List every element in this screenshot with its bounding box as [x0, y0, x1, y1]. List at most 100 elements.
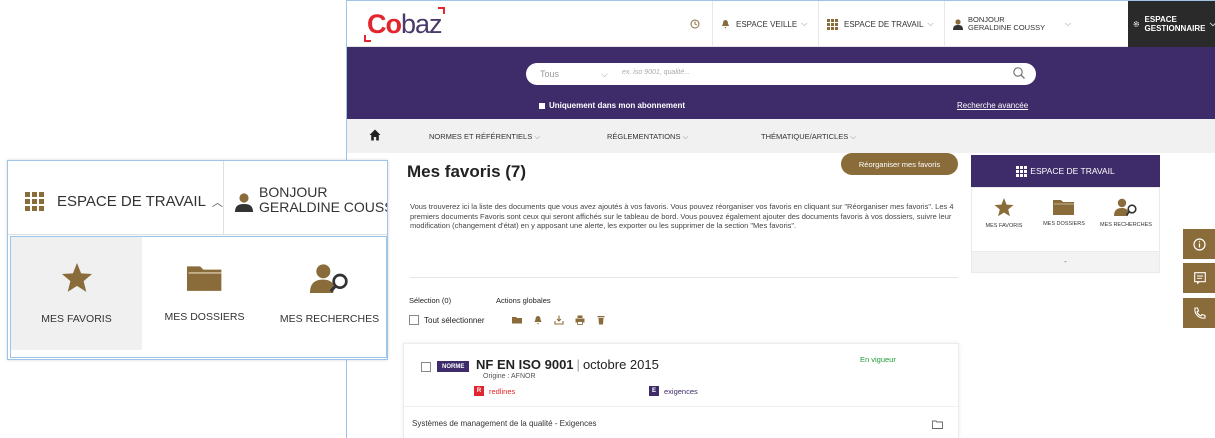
grid-icon: [25, 192, 44, 211]
sidebar-item-dossiers[interactable]: MES DOSSIERS: [1034, 198, 1094, 227]
advanced-search-link[interactable]: Recherche avancée: [957, 101, 1028, 110]
document-origin: Origine : AFNOR: [483, 373, 536, 380]
home-icon[interactable]: [369, 129, 381, 141]
zoomed-user-greeting: BONJOUR: [259, 184, 328, 200]
redlines-link[interactable]: Rredlines: [474, 386, 515, 396]
chevron-down-icon: ⌵: [801, 19, 808, 28]
zoomed-item-label: MES FAVORIS: [41, 313, 112, 325]
search-band: Tous ⌵ ex. iso 9001, qualité... Uniqueme…: [347, 47, 1215, 119]
select-all-label: Tout sélectionner: [424, 315, 485, 325]
history-icon[interactable]: [682, 1, 712, 47]
menu-reglementations[interactable]: RÉGLEMENTATIONS ⌵: [607, 132, 688, 142]
sidebar-item-recherches[interactable]: MES RECHERCHES: [1096, 198, 1156, 228]
espace-gestionnaire-menu[interactable]: ESPACE GESTIONNAIRE⌵: [1128, 1, 1215, 47]
folder-icon[interactable]: [512, 315, 522, 325]
intro-text: Vous trouverez ici la liste des document…: [410, 202, 954, 231]
main-menu: NORMES ET RÉFÉRENTIELS ⌵ RÉGLEMENTATIONS…: [347, 119, 1215, 153]
divider: [223, 161, 224, 235]
zoomed-item-label: MES RECHERCHES: [279, 313, 380, 325]
chevron-up-icon: ︿: [211, 196, 223, 209]
selection-count: Sélection (0): [409, 296, 452, 305]
star-icon: [61, 263, 92, 292]
workspace-panel-header: ESPACE DE TRAVAIL: [971, 155, 1160, 187]
user-icon: [953, 18, 963, 30]
subscription-only-label: Uniquement dans mon abonnement: [549, 101, 686, 110]
menu-normes[interactable]: NORMES ET RÉFÉRENTIELS ⌵: [429, 132, 540, 142]
favorite-document-card: NORME NF EN ISO 9001 | octobre 2015 Origin…: [403, 343, 960, 438]
divider: [404, 406, 960, 407]
bell-icon[interactable]: [533, 315, 543, 325]
espace-gestionnaire-label: ESPACE GESTIONNAIRE: [1144, 15, 1206, 33]
grid-icon: [1016, 165, 1028, 177]
workspace-panel-footer: -: [971, 251, 1160, 273]
espace-travail-menu[interactable]: ESPACE DE TRAVAIL ⌵: [818, 1, 944, 47]
zoomed-user-name: GERALDINE COUSSY: [259, 199, 387, 215]
exigences-badge: E: [649, 386, 659, 396]
sidebar-item-favoris[interactable]: MES FAVORIS: [974, 198, 1034, 229]
phone-icon: [1194, 306, 1206, 319]
user-search-icon: [309, 264, 348, 293]
search-input[interactable]: ex. iso 9001, qualité...: [622, 69, 690, 76]
espace-veille-menu[interactable]: ESPACE VEILLE ⌵: [712, 1, 818, 47]
cobaz-logo[interactable]: Cobaz: [364, 7, 445, 42]
info-icon: [1193, 237, 1206, 251]
global-actions-label: Actions globales: [496, 296, 551, 305]
gear-icon: [1133, 21, 1139, 27]
folder-icon[interactable]: [932, 420, 943, 429]
feedback-button[interactable]: [1183, 263, 1215, 293]
user-search-icon: [1114, 198, 1137, 216]
chevron-down-icon: ⌵: [927, 19, 934, 28]
document-title[interactable]: NF EN ISO 9001 | octobre 2015: [476, 357, 659, 372]
divider: [410, 277, 958, 278]
trash-icon[interactable]: [596, 315, 606, 325]
user-menu[interactable]: BONJOUR GERALDINE COUSSY ⌵: [944, 1, 1128, 47]
grid-icon: [827, 18, 838, 30]
redlines-label: redlines: [489, 386, 516, 396]
reorganize-favorites-button[interactable]: Réorganiser mes favoris: [841, 153, 958, 175]
exigences-link[interactable]: Eexigences: [649, 386, 698, 396]
document-reference: NF EN ISO 9001: [476, 357, 574, 372]
sidebar-item-label: MES FAVORIS: [985, 223, 1023, 229]
folder-icon: [1053, 200, 1074, 215]
redlines-badge: R: [474, 386, 484, 396]
zoomed-item-recherches[interactable]: MES RECHERCHES: [267, 263, 387, 325]
top-bar: Cobaz ESPACE VEILLE ⌵ ESPACE DE TRAVAIL ⌵ …: [347, 1, 1215, 47]
chevron-down-icon: ⌵: [1065, 19, 1072, 28]
zoomed-item-dossiers[interactable]: MES DOSSIERS: [142, 263, 267, 323]
zoomed-top-bar: ESPACE DE TRAVAIL ︿ BONJOUR GERALDINE CO…: [8, 161, 387, 235]
select-all-checkbox[interactable]: Tout sélectionner: [409, 315, 484, 325]
folder-icon: [186, 266, 221, 291]
sidebar-item-label: MES DOSSIERS: [1043, 221, 1085, 227]
menu-reglementations-label: RÉGLEMENTATIONS: [607, 132, 681, 141]
search-bar[interactable]: Tous ⌵ ex. iso 9001, qualité...: [526, 63, 1036, 85]
print-icon[interactable]: [575, 315, 585, 325]
menu-normes-label: NORMES ET RÉFÉRENTIELS: [429, 132, 533, 141]
menu-thematique[interactable]: THÉMATIQUE/ARTICLES ⌵: [761, 132, 856, 142]
export-icon[interactable]: [554, 315, 564, 325]
menu-thematique-label: THÉMATIQUE/ARTICLES: [761, 132, 849, 141]
subscription-only-checkbox[interactable]: Uniquement dans mon abonnement: [539, 101, 685, 110]
document-checkbox[interactable]: [421, 362, 431, 372]
document-type-badge: NORME: [437, 361, 470, 372]
status-badge: En vigueur: [860, 355, 896, 364]
user-name: GERALDINE COUSSY: [968, 23, 1046, 32]
workspace-panel-title: ESPACE DE TRAVAIL: [1030, 166, 1115, 176]
exigences-label: exigences: [664, 386, 698, 396]
zoomed-item-label: MES DOSSIERS: [164, 311, 245, 323]
user-icon: [235, 193, 253, 212]
espace-veille-label: ESPACE VEILLE: [736, 19, 798, 29]
zoomed-espace-travail-menu[interactable]: ESPACE DE TRAVAIL ︿: [25, 192, 223, 211]
zoomed-espace-label: ESPACE DE TRAVAIL: [57, 193, 206, 210]
chevron-down-icon: ⌵: [601, 69, 608, 79]
info-button[interactable]: [1183, 229, 1215, 259]
zoomed-user-menu[interactable]: BONJOUR GERALDINE COUSSY: [259, 184, 387, 215]
page-title: Mes favoris (7): [407, 162, 527, 181]
search-scope-select[interactable]: Tous: [540, 69, 559, 79]
search-icon[interactable]: [1012, 66, 1026, 80]
browser-window: Cobaz ESPACE VEILLE ⌵ ESPACE DE TRAVAIL ⌵ …: [346, 0, 1215, 438]
message-icon: [1193, 271, 1206, 284]
phone-button[interactable]: [1183, 298, 1215, 328]
document-date: octobre 2015: [582, 357, 659, 372]
zoomed-item-favoris[interactable]: MES FAVORIS: [14, 263, 139, 325]
sidebar-item-label: MES RECHERCHES: [1100, 222, 1152, 228]
